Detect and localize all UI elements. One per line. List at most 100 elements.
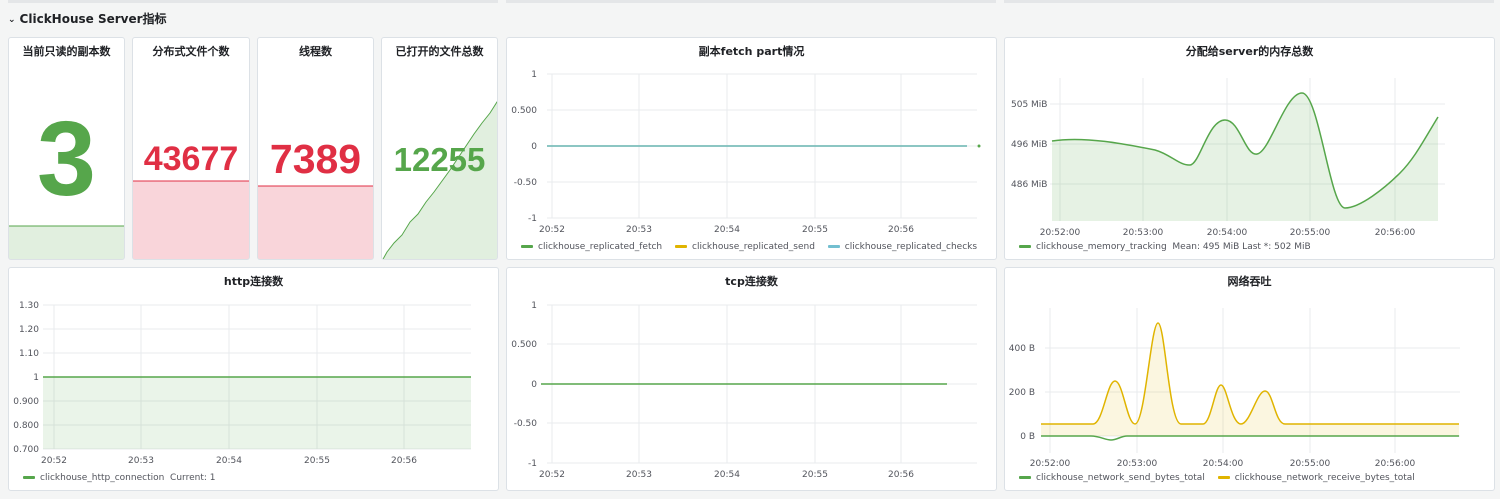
- y-tick-label: -1: [528, 459, 537, 469]
- x-tick-label: 20:56: [888, 470, 914, 480]
- panel-replicated-fetch[interactable]: 副本fetch part情况 1 0.500 0 -0.50 -1 20:52 …: [506, 37, 997, 260]
- legend: clickhouse_http_connection Current: 1: [23, 473, 225, 483]
- y-tick-label: 505 MiB: [1011, 100, 1047, 110]
- x-tick-label: 20:52: [41, 456, 67, 466]
- y-tick-label: 496 MiB: [1011, 140, 1047, 150]
- legend-swatch: [1019, 476, 1031, 479]
- x-tick-label: 20:53: [626, 225, 652, 235]
- legend-label: clickhouse_http_connection: [40, 473, 165, 483]
- row-toggle[interactable]: ⌄ ClickHouse Server指标: [8, 10, 167, 27]
- x-tick-label: 20:56: [888, 225, 914, 235]
- y-tick-label: 0.900: [13, 397, 39, 407]
- panel-tcp-connections[interactable]: tcp连接数 1 0.500 0 -0.50 -1 20:52 20:53 20…: [506, 267, 997, 491]
- legend: clickhouse_network_send_bytes_total clic…: [1019, 473, 1425, 483]
- legend: clickhouse_memory_tracking Mean: 495 MiB…: [1019, 242, 1321, 252]
- y-tick-label: 1.20: [19, 325, 39, 335]
- stat-panel-distributed-files[interactable]: 分布式文件个数 43677: [132, 37, 250, 260]
- y-tick-label: -1: [528, 214, 537, 224]
- x-tick-label: 20:55:00: [1290, 228, 1331, 238]
- fetch-graph: 1 0.500 0 -0.50 -1 20:52 20:53 20:54 20:…: [511, 70, 981, 235]
- x-tick-label: 20:54:00: [1207, 228, 1248, 238]
- y-tick-label: 200 B: [1009, 388, 1035, 398]
- y-tick-label: 0.500: [511, 106, 537, 116]
- legend-label: clickhouse_network_send_bytes_total: [1036, 473, 1205, 483]
- legend-item[interactable]: clickhouse_http_connection Current: 1: [23, 473, 215, 483]
- network-graph: 400 B 200 B 0 B 20:52:00 20:53:00 20:54:…: [1009, 308, 1460, 469]
- x-tick-label: 20:52: [539, 470, 565, 480]
- y-tick-label: 1: [531, 70, 537, 80]
- legend-swatch: [23, 476, 35, 479]
- legend-stats: Current: 1: [170, 473, 216, 483]
- x-tick-label: 20:54: [714, 225, 740, 235]
- legend-label: clickhouse_replicated_send: [692, 242, 815, 252]
- y-tick-label: 0 B: [1020, 432, 1035, 442]
- legend-label: clickhouse_replicated_checks: [844, 242, 978, 252]
- y-tick-label: -0.50: [514, 419, 538, 429]
- y-tick-label: 1.30: [19, 301, 39, 311]
- stat-panel-readonly-replicas[interactable]: 当前只读的副本数 3: [8, 37, 125, 260]
- series-line-send: [1041, 435, 1459, 441]
- x-tick-label: 20:53: [626, 470, 652, 480]
- y-tick-label: 1: [33, 373, 39, 383]
- legend-swatch: [1019, 245, 1031, 248]
- divider: [1004, 0, 1494, 3]
- panel-network-throughput[interactable]: 网络吞吐 400 B 200 B 0 B 20:52:00 20:53:00 2…: [1004, 267, 1495, 491]
- y-tick-label: -0.50: [514, 178, 538, 188]
- x-tick-label: 20:53:00: [1123, 228, 1164, 238]
- x-tick-label: 20:55:00: [1290, 459, 1331, 469]
- stat-value: 7389: [269, 136, 362, 182]
- panel-http-connections[interactable]: http连接数 1.30 1.20 1.10 1 0.900 0.800 0.7…: [8, 267, 499, 491]
- legend-item[interactable]: clickhouse_replicated_send: [675, 242, 815, 252]
- x-tick-label: 20:53:00: [1117, 459, 1158, 469]
- tcp-graph: 1 0.500 0 -0.50 -1 20:52 20:53 20:54 20:…: [511, 301, 977, 480]
- row-title: ClickHouse Server指标: [19, 12, 167, 26]
- y-tick-label: 0.500: [511, 340, 537, 350]
- y-tick-label: 1: [531, 301, 537, 311]
- stat-panel-threads[interactable]: 线程数 7389: [257, 37, 374, 260]
- stat-value: 3: [37, 100, 96, 218]
- legend-item[interactable]: clickhouse_memory_tracking Mean: 495 MiB…: [1019, 242, 1311, 252]
- divider: [8, 0, 498, 3]
- legend-label: clickhouse_memory_tracking: [1036, 242, 1167, 252]
- legend-swatch: [675, 245, 688, 248]
- x-tick-label: 20:54:00: [1203, 459, 1244, 469]
- x-tick-label: 20:54: [216, 456, 242, 466]
- legend-swatch: [521, 245, 533, 248]
- y-tick-label: 0.700: [13, 445, 39, 455]
- y-tick-label: 0: [531, 142, 537, 152]
- x-tick-label: 20:52: [539, 225, 565, 235]
- x-tick-label: 20:55: [304, 456, 330, 466]
- x-tick-label: 20:56: [391, 456, 417, 466]
- legend-item[interactable]: clickhouse_replicated_fetch: [521, 242, 662, 252]
- x-tick-label: 20:53: [128, 456, 154, 466]
- y-tick-label: 0.800: [13, 421, 39, 431]
- x-tick-label: 20:52:00: [1040, 228, 1081, 238]
- y-tick-label: 1.10: [19, 349, 39, 359]
- panel-memory-tracking[interactable]: 分配给server的内存总数 505 MiB 496 MiB 486 MiB 2…: [1004, 37, 1495, 260]
- divider: [506, 0, 996, 3]
- y-tick-label: 400 B: [1009, 344, 1035, 354]
- legend-label: clickhouse_replicated_fetch: [538, 242, 663, 252]
- legend-item[interactable]: clickhouse_network_send_bytes_total: [1019, 473, 1205, 483]
- legend-item[interactable]: clickhouse_replicated_checks: [827, 242, 978, 252]
- legend-label: clickhouse_network_receive_bytes_total: [1234, 473, 1415, 483]
- stat-panel-open-files[interactable]: 已打开的文件总数 12255: [381, 37, 498, 260]
- http-graph: 1.30 1.20 1.10 1 0.900 0.800 0.700 20:52…: [13, 301, 471, 466]
- series-point: [977, 144, 981, 148]
- x-tick-label: 20:56:00: [1375, 459, 1416, 469]
- x-tick-label: 20:55: [802, 470, 828, 480]
- chevron-down-icon: ⌄: [8, 15, 16, 25]
- x-tick-label: 20:55: [802, 225, 828, 235]
- legend-item[interactable]: clickhouse_network_receive_bytes_total: [1217, 473, 1415, 483]
- legend-stats: Mean: 495 MiB Last *: 502 MiB: [1172, 242, 1311, 252]
- stat-value: 43677: [143, 140, 239, 178]
- legend-swatch: [827, 245, 840, 248]
- row-header: ⌄ ClickHouse Server指标: [0, 0, 1500, 34]
- y-tick-label: 486 MiB: [1011, 180, 1047, 190]
- x-tick-label: 20:52:00: [1030, 459, 1071, 469]
- legend: clickhouse_replicated_fetch clickhouse_r…: [521, 242, 987, 252]
- memory-graph: 505 MiB 496 MiB 486 MiB 20:52:00 20:53:0…: [1011, 78, 1445, 238]
- x-tick-label: 20:56:00: [1375, 228, 1416, 238]
- legend-swatch: [1217, 476, 1230, 479]
- stat-value: 12255: [393, 141, 486, 178]
